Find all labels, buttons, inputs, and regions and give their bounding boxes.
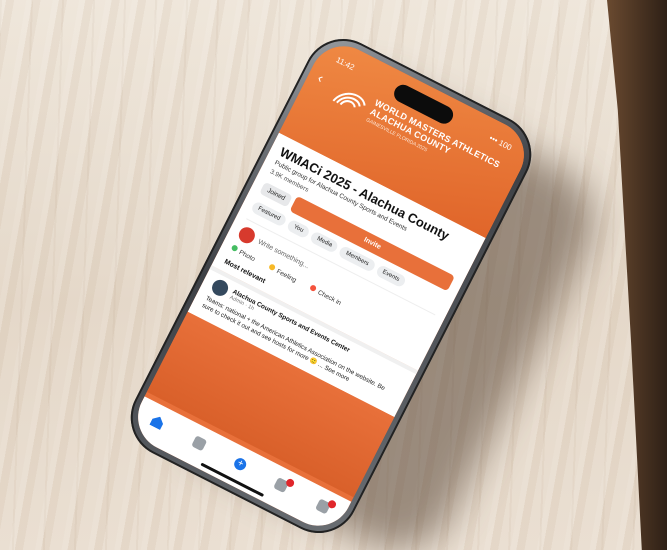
notification-badge	[285, 477, 296, 489]
video-icon[interactable]	[190, 435, 207, 452]
menu-icon[interactable]	[314, 498, 338, 515]
bell-icon[interactable]	[273, 477, 296, 494]
photo-label: Photo	[237, 249, 257, 264]
photo-icon	[230, 244, 239, 253]
photo-scene: 11:42 ••• 100 ‹ WORLD MASTERS ATHLETICS …	[0, 0, 667, 550]
back-arrow-icon[interactable]: ‹	[315, 69, 326, 85]
home-icon[interactable]	[149, 414, 165, 430]
post-avatar[interactable]	[209, 277, 231, 299]
logo-mark-icon	[332, 92, 366, 108]
plus-icon[interactable]: +	[232, 456, 249, 473]
avatar[interactable]	[236, 224, 258, 247]
checkin-label: Check in	[316, 289, 343, 307]
feeling-icon	[268, 263, 277, 272]
feeling-label: Feeling	[275, 268, 298, 285]
tab-you[interactable]: You	[285, 218, 311, 240]
joined-button[interactable]: Joined	[259, 181, 293, 208]
checkin-icon	[309, 284, 318, 293]
menu-badge	[326, 498, 338, 510]
